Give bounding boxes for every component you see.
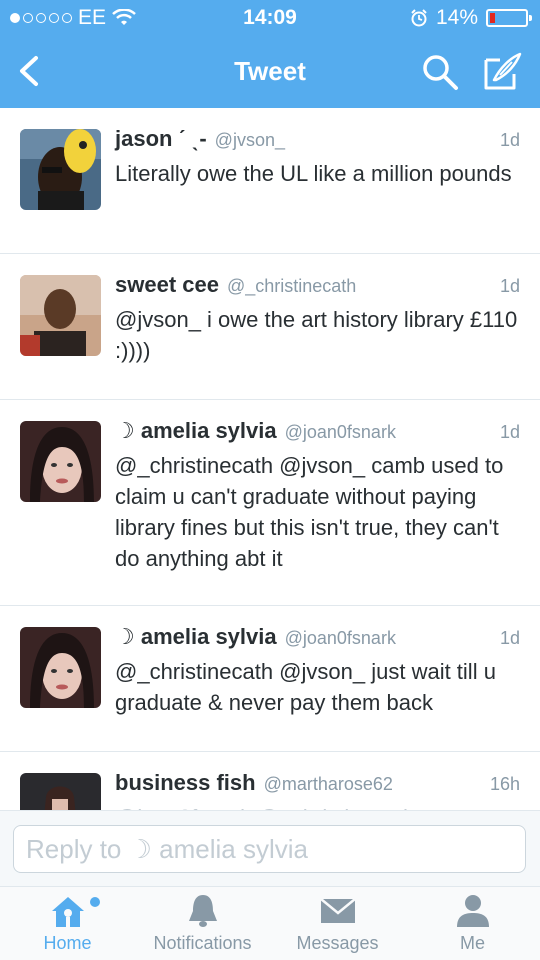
battery-tip <box>529 15 532 21</box>
avatar-image <box>20 627 101 708</box>
avatar[interactable] <box>20 773 101 810</box>
author-name[interactable]: sweet cee <box>115 272 219 298</box>
tweet-header: sweet cee @_christinecath 1d <box>115 272 520 302</box>
tab-me[interactable]: Me <box>405 887 540 960</box>
person-icon <box>456 895 489 927</box>
tweet-header: ☽ amelia sylvia @joan0fsnark 1d <box>115 624 520 654</box>
tab-bar: Home Notifications Messages Me <box>0 886 540 960</box>
tweet-feed[interactable]: jason ˊ ˎ- @jvson_ 1d Literally owe the … <box>0 108 540 810</box>
reply-input[interactable] <box>13 825 526 873</box>
tweet-item[interactable]: sweet cee @_christinecath 1d @jvson_ i o… <box>0 254 540 400</box>
avatar[interactable] <box>20 421 101 502</box>
tab-home[interactable]: Home <box>0 887 135 960</box>
avatar-image <box>20 421 101 502</box>
tweet-header: jason ˊ ˎ- @jvson_ 1d <box>115 126 520 156</box>
tab-messages[interactable]: Messages <box>270 887 405 960</box>
tweet-text: @joan0fsnark @_christinecath <box>115 802 522 810</box>
author-handle[interactable]: @joan0fsnark <box>285 422 396 443</box>
tab-label: Me <box>459 933 485 953</box>
status-bar: EE 14:09 14% <box>0 0 540 36</box>
tweet-item[interactable]: business fish @martharose62 16h @joan0fs… <box>0 752 540 810</box>
avatar[interactable] <box>20 275 101 356</box>
battery-percent: 14% <box>435 6 478 29</box>
alarm-clock-icon <box>411 9 427 27</box>
avatar-image <box>20 129 101 210</box>
tweet-time: 1d <box>499 276 520 296</box>
battery-icon <box>486 9 532 27</box>
tab-notifications[interactable]: Notifications <box>135 887 270 960</box>
author-name[interactable]: jason ˊ ˎ- <box>115 126 207 152</box>
tweet-header: business fish @martharose62 16h <box>115 770 520 800</box>
tweet-text: @_christinecath @jvson_ camb used to cla… <box>115 453 504 571</box>
tweet-header: ☽ amelia sylvia @joan0fsnark 1d <box>115 418 520 448</box>
author-handle[interactable]: @jvson_ <box>215 130 285 151</box>
tweet-time: 16h <box>489 774 520 794</box>
author-name[interactable]: ☽ amelia sylvia <box>115 624 277 650</box>
compose-icon <box>484 52 522 90</box>
nav-bar: Tweet <box>0 36 540 108</box>
avatar-image <box>20 275 101 356</box>
tab-label: Messages <box>296 933 379 953</box>
battery-level <box>490 13 495 23</box>
compose-button[interactable] <box>482 50 524 92</box>
tweet-time: 1d <box>499 130 520 150</box>
tab-label: Home <box>43 933 92 953</box>
tweet-text: Literally owe the UL like a million poun… <box>115 161 512 186</box>
avatar[interactable] <box>20 129 101 210</box>
tweet-time: 1d <box>499 628 520 648</box>
author-name[interactable]: ☽ amelia sylvia <box>115 418 277 444</box>
avatar[interactable] <box>20 627 101 708</box>
battery-info: 14% <box>410 6 532 30</box>
avatar-image <box>20 773 101 810</box>
tweet-item[interactable]: ☽ amelia sylvia @joan0fsnark 1d @_christ… <box>0 400 540 606</box>
reply-bar <box>0 810 540 886</box>
tweet-time: 1d <box>499 422 520 442</box>
new-content-dot <box>90 897 100 907</box>
author-name[interactable]: business fish <box>115 770 256 796</box>
author-handle[interactable]: @joan0fsnark <box>285 628 396 649</box>
tweet-text: @_christinecath @jvson_ just wait till u… <box>115 659 496 715</box>
tab-label: Notifications <box>153 933 252 953</box>
home-icon <box>51 897 84 927</box>
author-handle[interactable]: @martharose62 <box>264 774 393 795</box>
header: EE 14:09 14% Tweet <box>0 0 540 108</box>
tweet-item[interactable]: jason ˊ ˎ- @jvson_ 1d Literally owe the … <box>0 108 540 254</box>
search-button[interactable] <box>420 52 460 92</box>
bell-icon <box>188 895 217 927</box>
tweet-item[interactable]: ☽ amelia sylvia @joan0fsnark 1d @_christ… <box>0 606 540 752</box>
envelope-icon <box>319 898 356 923</box>
search-icon <box>423 55 458 90</box>
tweet-text: @jvson_ i owe the art history library £1… <box>115 307 518 363</box>
author-handle[interactable]: @_christinecath <box>227 276 356 297</box>
